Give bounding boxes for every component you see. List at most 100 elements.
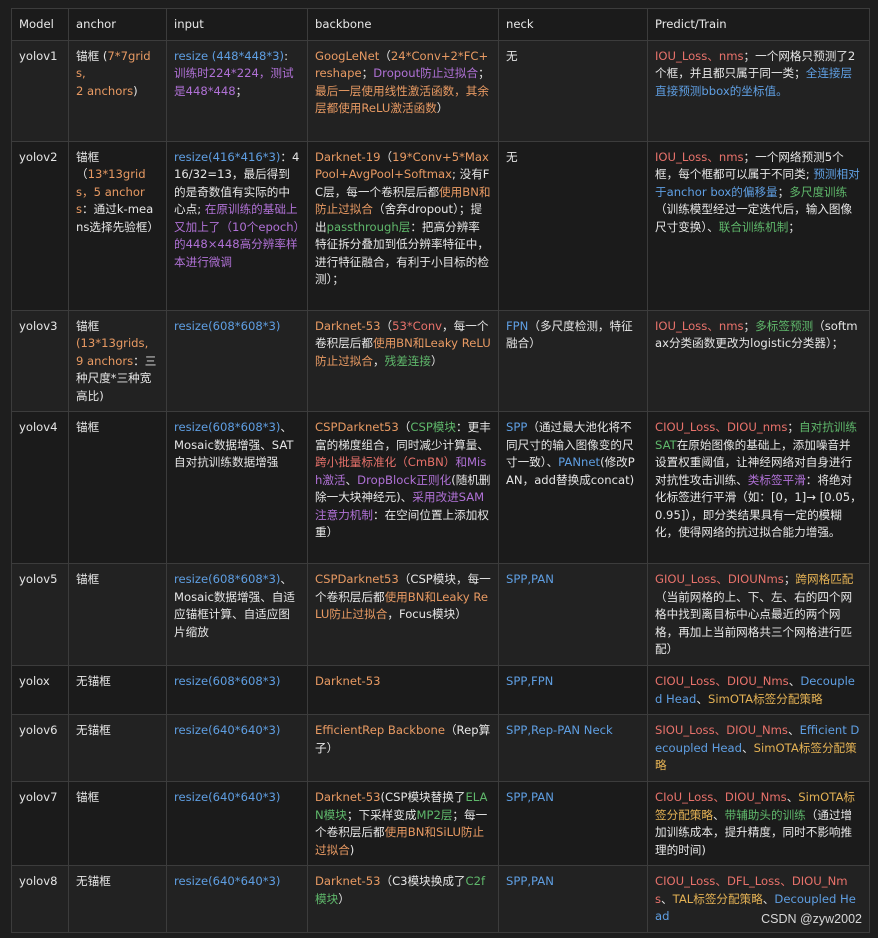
- cell-text-segment: SPP,PAN: [506, 790, 554, 804]
- cell-text-segment: ): [349, 842, 355, 857]
- cell-text-segment: EfficientRep Backbone: [315, 723, 445, 737]
- table-row: yolov8 无锚框 resize(640*640*3) Darknet-53（C3模…: [11, 865, 870, 933]
- cell-text-segment: Darknet-53: [315, 674, 381, 688]
- cell-text-segment: resize(640*640*3): [174, 874, 281, 888]
- cell-text-segment: TAL标签分配策略: [672, 891, 763, 906]
- cell-input: resize(640*640*3): [166, 865, 308, 933]
- cell-text-segment: CIoU_Loss、DIOU_Nms: [655, 790, 787, 804]
- cell-text-segment: PANnet: [558, 455, 601, 469]
- cell-predict: CIOU_Loss、DIOU_nms；自对抗训练SAT在原始图像的基础上，添加噪…: [647, 411, 870, 564]
- cell-neck: SPP,PAN: [498, 563, 648, 666]
- cell-text-segment: CIOU_Loss、DIOU_nms: [655, 420, 788, 434]
- cell-text-segment: ): [133, 83, 138, 98]
- cell-text-segment: ：通过k-means选择先验框）: [76, 202, 159, 234]
- cell-input: resize(640*640*3): [166, 781, 308, 866]
- cell-text-segment: 、: [661, 891, 673, 906]
- cell-backbone: CSPDarknet53（CSP模块：更丰富的梯度组合，同时减少计算量、跨小批量…: [307, 411, 499, 564]
- cell-text-segment: ；: [783, 572, 796, 586]
- cell-backbone: Darknet-53（53*Conv，每一个卷积层后都使用BN和Leaky Re…: [307, 309, 499, 412]
- cell-predict: SIOU_Loss、DIOU_Nms、Efficient Decoupled H…: [647, 714, 870, 782]
- cell-text-segment: 、: [712, 807, 725, 822]
- cell-text-segment: IOU_Loss、nms: [655, 318, 744, 333]
- cell-text-segment: CIOU_Loss、DIOU_Nms: [655, 674, 789, 688]
- cell-neck: 无: [498, 39, 648, 142]
- cell-predict: CIOU_Loss、DIOU_Nms、Decoupled Head、SimOTA…: [647, 665, 870, 715]
- table-row: yolox 无锚框 resize(608*608*3) Darknet-53 SPP,F…: [11, 665, 870, 715]
- cell-text-segment: 跨小批量标准化（CmBN）: [315, 455, 456, 469]
- cell-input: resize(416*416*3)：416/32=13，最后得到的是奇数值有实际…: [166, 140, 308, 311]
- yolo-comparison-table: Model anchor input backbone neck Predict…: [11, 8, 870, 933]
- cell-text-segment: （C3模块换成了: [380, 874, 466, 888]
- cell-text-segment: ，: [372, 353, 385, 368]
- cell-text-segment: GoogLeNet: [315, 48, 380, 63]
- cell-text-segment: 无锚框: [76, 723, 111, 737]
- cell-input: resize(608*608*3)、Mosaic数据增强、自适应锚框计算、自适应…: [166, 563, 308, 666]
- cell-text-segment: 类标签平滑: [747, 472, 806, 487]
- table-row: yolov4 锚框 resize(608*608*3)、Mosaic数据增强、SAT…: [11, 411, 870, 564]
- cell-text-segment: CSPDarknet53: [315, 572, 399, 586]
- cell-text-segment: resize(608*608*3): [174, 420, 281, 434]
- cell-text-segment: ）: [436, 101, 449, 115]
- cell-text-segment: ；: [777, 184, 790, 199]
- cell-text-segment: 、: [786, 790, 799, 804]
- cell-text-segment: 锚框: [76, 790, 100, 804]
- cell-text-segment: 锚框: [76, 420, 100, 434]
- cell-anchor: 无锚框: [68, 865, 167, 933]
- cell-text-segment: SPP,PAN: [506, 572, 554, 586]
- cell-text-segment: IOU_Loss、nms: [655, 48, 744, 63]
- cell-text-segment: :: [284, 48, 292, 63]
- cell-text-segment: SIOU_Loss、DIOU_Nms: [655, 723, 788, 737]
- cell-text-segment: GIOU_Loss、DIOUNms: [655, 572, 784, 586]
- table-row: yolov3 锚框 (13*13grids, 9 anchors：三种尺度*三种宽…: [11, 309, 870, 412]
- cell-predict: IOU_Loss、nms；一个网络预测5个框，每个框都可以属于不同类; 预测相对…: [647, 140, 870, 311]
- header-neck: neck: [498, 8, 648, 41]
- cell-text-segment: 无锚框: [76, 674, 111, 688]
- header-backbone: backbone: [307, 8, 499, 41]
- cell-anchor: 锚框 (13*13grids, 9 anchors：三种尺度*三种宽高比): [68, 309, 167, 412]
- cell-input: resize(640*640*3): [166, 714, 308, 782]
- cell-backbone: Darknet-53: [307, 665, 499, 715]
- cell-text-segment: 、: [787, 723, 800, 737]
- watermark: CSDN @zyw2002: [761, 912, 862, 926]
- cell-text-segment: 无: [506, 48, 518, 63]
- cell-text-segment: 最后一层使用线性激活函数，其余层都使用ReLU激活函数: [315, 83, 489, 116]
- cell-text-segment: IOU_Loss、nms: [655, 149, 744, 164]
- cell-text-segment: ；: [743, 318, 756, 333]
- cell-text-segment: resize(640*640*3): [174, 790, 281, 804]
- cell-text-segment: resize(608*608*3): [174, 674, 281, 688]
- cell-text-segment: （当前网格的上、下、左、右的四个网格中找到离目标中心点最近的两个网格，再加上当前…: [655, 589, 853, 657]
- cell-neck: SPP（通过最大池化将不同尺寸的输入图像变的尺寸一致）、PANnet(修改PAN…: [498, 411, 648, 564]
- table-row: yolov2 锚框 （13*13grids，5 anchors：通过k-means…: [11, 140, 870, 311]
- table-body: yolov1 锚框 (7*7grids, 2 anchors) resize (44…: [11, 39, 870, 933]
- cell-text-segment: resize(608*608*3): [174, 572, 281, 586]
- cell-model: yolov3: [11, 309, 69, 412]
- cell-backbone: Darknet-53（C3模块换成了C2f模块）: [307, 865, 499, 933]
- cell-predict: GIOU_Loss、DIOUNms；跨网格匹配 （当前网格的上、下、左、右的四个网…: [647, 563, 870, 666]
- cell-text-segment: ；: [361, 66, 374, 80]
- cell-neck: SPP,FPN: [498, 665, 648, 715]
- cell-text-segment: 多标签预测: [755, 318, 814, 333]
- header-anchor: anchor: [68, 8, 167, 41]
- cell-backbone: EfficientRep Backbone（Rep算子）: [307, 714, 499, 782]
- cell-model: yolov5: [11, 563, 69, 666]
- cell-anchor: 锚框: [68, 563, 167, 666]
- cell-backbone: Darknet-19（19*Conv+5*MaxPool+AvgPool+Sof…: [307, 140, 499, 311]
- cell-input: resize(608*608*3): [166, 665, 308, 715]
- cell-text-segment: ）: [430, 353, 443, 368]
- cell-text-segment: ；: [787, 420, 799, 434]
- cell-text-segment: Darknet-19: [315, 149, 381, 164]
- cell-text-segment: （: [380, 149, 393, 164]
- cell-text-segment: DropBlock正则化: [357, 472, 452, 487]
- cell-predict: CIoU_Loss、DIOU_Nms、SimOTA标签分配策略、带辅助头的训练（…: [647, 781, 870, 866]
- cell-text-segment: （: [379, 48, 391, 63]
- cell-backbone: CSPDarknet53（CSP模块，每一个卷积层后都使用BN和Leaky Re…: [307, 563, 499, 666]
- cell-model: yolov4: [11, 411, 69, 564]
- cell-text-segment: Dropout防止过拟合: [373, 66, 479, 80]
- table-row: yolov6 无锚框 resize(640*640*3) EfficientRep B…: [11, 714, 870, 782]
- cell-neck: SPP,PAN: [498, 781, 648, 866]
- cell-text-segment: 带辅助头的训练: [724, 807, 806, 822]
- header-predict-train: Predict/Train: [647, 8, 870, 41]
- cell-text-segment: resize(640*640*3): [174, 723, 281, 737]
- cell-text-segment: FPN: [506, 318, 529, 333]
- cell-text-segment: Darknet-53: [315, 318, 381, 333]
